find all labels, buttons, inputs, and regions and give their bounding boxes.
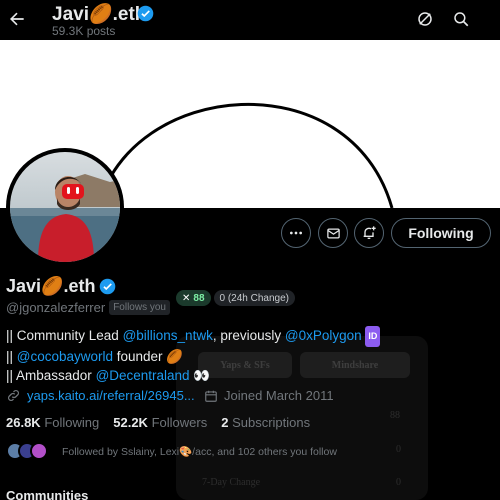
arrow-left-icon: [10, 12, 24, 26]
subscriptions-label: Subscriptions: [232, 415, 311, 430]
overlay-value-2: 0: [396, 444, 401, 455]
joined-row: Joined March 2011: [204, 388, 334, 403]
message-button[interactable]: [318, 218, 348, 248]
post-count: 59.3K posts: [52, 24, 116, 38]
kaito-x-icon: ✕: [182, 292, 191, 304]
mention-polygon[interactable]: @0xPolygon: [285, 328, 362, 343]
header-title: Javi🏉.eth: [52, 4, 147, 25]
bio-text: ||: [6, 349, 17, 364]
kaito-badge[interactable]: ✕ 88 0 (24h Change): [176, 289, 296, 307]
avatar-photo: [10, 152, 120, 262]
kaito-change: 0 (24h Change): [213, 290, 296, 306]
back-button[interactable]: [4, 6, 30, 32]
overlay-value-1: 88: [390, 410, 400, 421]
top-bar: Javi🏉.eth 59.3K posts: [0, 0, 500, 40]
profile-link-row: yaps.kaito.ai/referral/26945...: [6, 388, 195, 403]
followers-count-link[interactable]: 52.2K Followers: [113, 415, 207, 430]
overlay-value-3: 0: [396, 477, 401, 488]
display-name: Javi🏉.eth: [6, 276, 116, 297]
following-count: 26.8K: [6, 415, 41, 430]
mention-decentraland[interactable]: @Decentraland: [96, 368, 190, 383]
bio-text: || Ambassador: [6, 368, 96, 383]
id-emoji-icon: ID: [365, 326, 381, 347]
mention-cocobayworld[interactable]: @cocobayworld: [17, 349, 113, 364]
mention-billions[interactable]: @billions_ntwk: [123, 328, 213, 343]
bio-text: , previously: [212, 328, 285, 343]
search-icon: [454, 12, 469, 27]
no-photo-button[interactable]: [414, 8, 436, 30]
followers-label: Followers: [151, 415, 208, 430]
bio-text: founder 🏉: [113, 349, 184, 364]
kaito-score: 88: [193, 292, 205, 304]
handle: @jgonzalezferrer: [6, 300, 106, 315]
bell-plus-icon: [363, 226, 376, 239]
overlay-label-3: 7-Day Change: [202, 477, 261, 488]
followed-by-text: Followed by Sslainy, Lexi🎨/acc, and 102 …: [62, 445, 337, 458]
kaito-score-pill: ✕ 88: [176, 290, 211, 306]
envelope-icon: [326, 228, 340, 238]
bio-text: 👀: [189, 368, 211, 383]
follow-counts: 26.8K Following 52.2K Followers 2 Subscr…: [6, 415, 310, 430]
follower-avatar-3: [30, 442, 48, 460]
bio-line-2: || @cocobayworld founder 🏉: [6, 347, 380, 366]
display-name-text: Javi🏉.eth: [6, 276, 96, 296]
bio: || Community Lead @billions_ntwk, previo…: [6, 326, 381, 385]
more-button[interactable]: [281, 218, 311, 248]
search-button[interactable]: [450, 8, 472, 30]
following-label: Following: [44, 415, 100, 430]
bio-line-3: || Ambassador @Decentraland 👀: [6, 366, 380, 385]
subscriptions-link[interactable]: 2 Subscriptions: [221, 415, 310, 430]
link-icon: [8, 390, 19, 401]
following-button[interactable]: Following: [391, 218, 491, 248]
handle-row: @jgonzalezferrer Follows you: [6, 300, 170, 315]
profile-website-link[interactable]: yaps.kaito.ai/referral/26945...: [27, 388, 195, 403]
verified-icon: [100, 278, 116, 295]
joined-date: Joined March 2011: [224, 388, 334, 403]
bio-line-1: || Community Lead @billions_ntwk, previo…: [6, 326, 381, 347]
avatar[interactable]: [6, 148, 124, 266]
bio-text: || Community Lead: [6, 328, 123, 343]
notifications-button[interactable]: [354, 218, 384, 248]
verified-icon: [137, 5, 154, 22]
subscriptions-count: 2: [221, 415, 229, 430]
followers-count: 52.2K: [113, 415, 148, 430]
more-dots-icon: [290, 231, 302, 235]
calendar-icon: [205, 390, 217, 402]
following-count-link[interactable]: 26.8K Following: [6, 415, 99, 430]
communities-heading: Communities: [6, 488, 89, 500]
follows-you-badge: Follows you: [109, 300, 170, 315]
followed-by-row[interactable]: Followed by Sslainy, Lexi🎨/acc, and 102 …: [6, 441, 337, 461]
circle-slash-icon: [418, 12, 432, 26]
